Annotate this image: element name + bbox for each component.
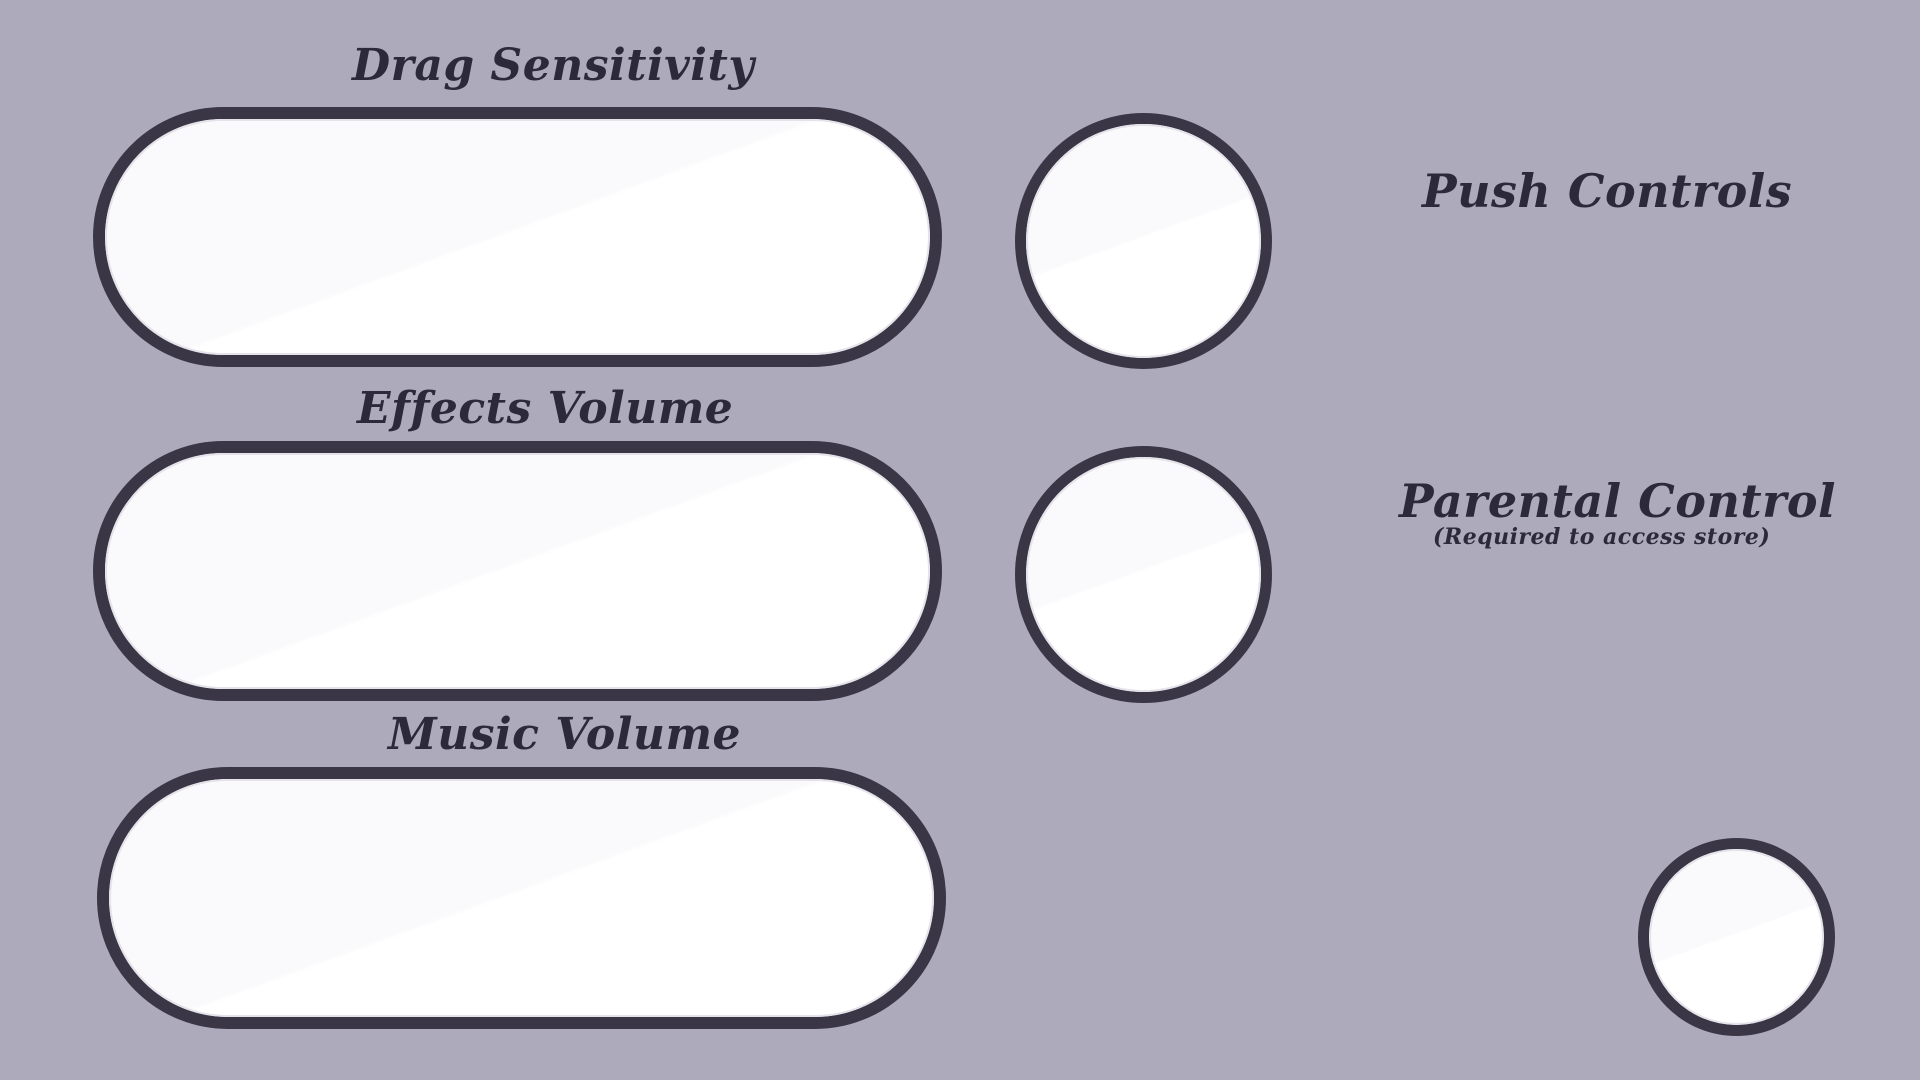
effects-volume-slider[interactable] [93, 441, 942, 701]
drag-sensitivity-slider[interactable] [93, 107, 942, 367]
drag-sensitivity-value-button[interactable] [1015, 113, 1272, 369]
music-volume-label: Music Volume [388, 709, 741, 760]
push-controls-label: Push Controls [1422, 164, 1793, 218]
effects-volume-label: Effects Volume [357, 383, 734, 434]
effects-volume-value-button[interactable] [1015, 446, 1272, 703]
drag-sensitivity-label: Drag Sensitivity [352, 40, 755, 91]
parental-control-toggle[interactable] [1638, 838, 1835, 1036]
music-volume-slider[interactable] [97, 767, 946, 1029]
parental-control-sublabel: (Required to access store) [1433, 524, 1771, 550]
parental-control-label: Parental Control [1399, 474, 1837, 528]
